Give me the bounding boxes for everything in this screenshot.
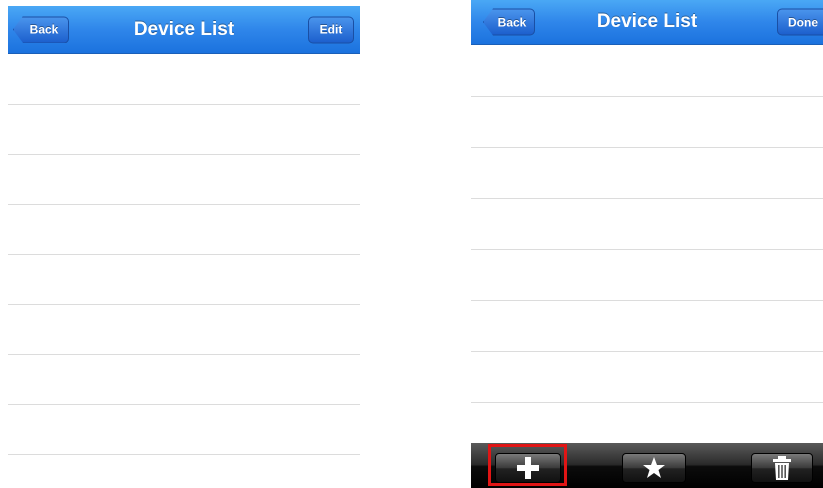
table-row[interactable] (8, 205, 360, 255)
back-button[interactable]: Back (13, 16, 69, 43)
table-row[interactable] (471, 148, 823, 199)
table-row[interactable] (471, 97, 823, 148)
table-row[interactable] (8, 355, 360, 405)
table-row[interactable] (471, 199, 823, 250)
table-row[interactable] (471, 250, 823, 301)
table-row[interactable] (8, 405, 360, 455)
table-row[interactable] (8, 255, 360, 305)
edit-button[interactable]: Edit (308, 16, 354, 43)
table-row[interactable] (8, 55, 360, 105)
table-row[interactable] (471, 301, 823, 352)
favorite-button[interactable] (622, 453, 686, 483)
device-table (8, 55, 360, 455)
delete-button[interactable] (751, 453, 813, 483)
device-list-screen-editing: Device List Back Done (471, 0, 823, 488)
done-button[interactable]: Done (777, 8, 823, 36)
device-table (471, 46, 823, 454)
table-row[interactable] (8, 105, 360, 155)
table-row[interactable] (8, 305, 360, 355)
add-device-button[interactable] (495, 453, 561, 483)
table-row[interactable] (8, 155, 360, 205)
trash-icon (773, 456, 791, 480)
back-button[interactable]: Back (483, 8, 535, 36)
plus-icon (517, 457, 539, 479)
bottom-toolbar (471, 443, 823, 488)
navigation-bar: Device List Back Edit (8, 6, 360, 54)
star-icon (643, 457, 665, 478)
table-row[interactable] (471, 46, 823, 97)
navigation-bar: Device List Back Done (471, 0, 823, 45)
table-row[interactable] (471, 352, 823, 403)
device-list-screen-normal: Device List Back Edit (8, 0, 360, 488)
